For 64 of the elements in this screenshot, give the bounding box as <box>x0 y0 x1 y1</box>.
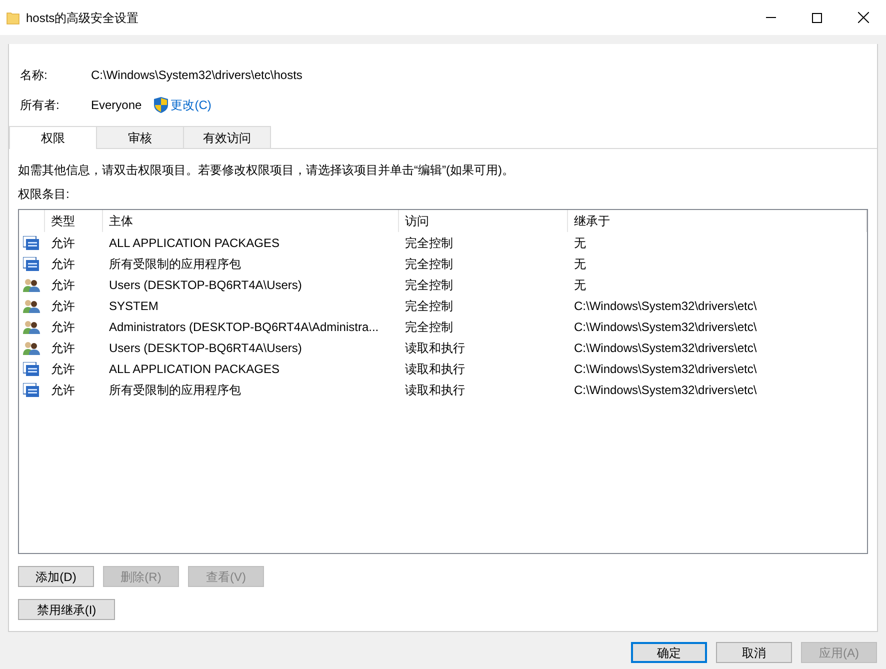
table-cell-text: C:\Windows\System32\drivers\etc\ <box>574 360 757 378</box>
table-cell-text: 无 <box>574 234 586 252</box>
user-group-icon <box>23 320 40 334</box>
table-cell-text: 完全控制 <box>405 298 453 314</box>
user-group-icon <box>23 298 40 312</box>
table-cell-text: C:\Windows\System32\drivers\etc\ <box>574 382 757 398</box>
table-cell-text: C:\Windows\System32\drivers\etc\ <box>574 298 757 314</box>
disable-inheritance-button[interactable]: 禁用继承(I) <box>18 599 115 620</box>
tab[interactable]: 权限 <box>9 126 97 149</box>
app-package-icon <box>23 236 39 250</box>
user-group-icon <box>23 278 40 292</box>
dialog-button[interactable]: 取消 <box>716 642 792 663</box>
column-header: 主体 <box>109 213 133 230</box>
window-title: hosts的高级安全设置 <box>26 10 139 26</box>
table-cell-text: 所有受限制的应用程序包 <box>109 382 241 398</box>
table-cell-text: 允许 <box>51 298 75 314</box>
table-cell-text: ALL APPLICATION PACKAGES <box>109 234 280 252</box>
table-cell-text: 允许 <box>51 340 75 356</box>
tab[interactable]: 审核 <box>96 126 184 148</box>
instruction-text: 如需其他信息，请双击权限项目。若要修改权限项目，请选择该项目并单击“编辑”(如果可用)。 <box>18 162 515 179</box>
table-cell-text: 完全控制 <box>405 234 453 252</box>
table-cell-text: 无 <box>574 256 586 272</box>
column-header: 继承于 <box>574 213 610 230</box>
user-group-icon <box>23 340 40 354</box>
table-cell-text: 读取和执行 <box>405 360 465 378</box>
list-button[interactable]: 添加(D) <box>18 566 94 587</box>
table-cell-text: 允许 <box>51 318 75 336</box>
list-label: 权限条目: <box>18 186 70 203</box>
table-cell-text: C:\Windows\System32\drivers\etc\ <box>574 318 757 336</box>
table-cell-text: Administrators (DESKTOP-BQ6RT4A\Administra... <box>109 318 379 336</box>
table-cell-text: 允许 <box>51 234 75 252</box>
table-cell-text: 读取和执行 <box>405 340 465 356</box>
table-cell-text: SYSTEM <box>109 298 158 314</box>
table-cell-text: Users (DESKTOP-BQ6RT4A\Users) <box>109 276 302 294</box>
change-owner-link[interactable]: 更改(C) <box>170 96 212 114</box>
maximize-icon <box>812 12 822 22</box>
name-value: C:\Windows\System32\drivers\etc\hosts <box>91 67 302 84</box>
dialog-button[interactable]: 确定 <box>631 642 707 663</box>
table-cell-text: 无 <box>574 276 586 294</box>
table-cell-text: 完全控制 <box>405 276 453 294</box>
owner-label: 所有者: <box>20 97 60 114</box>
minimize-icon <box>766 17 776 18</box>
close-icon <box>858 12 868 23</box>
table-cell-text: 读取和执行 <box>405 382 465 398</box>
app-package-icon <box>23 382 39 396</box>
table-cell-text: 完全控制 <box>405 318 453 336</box>
table-cell-text: 所有受限制的应用程序包 <box>109 256 241 272</box>
table-cell-text: C:\Windows\System32\drivers\etc\ <box>574 340 757 356</box>
column-header: 访问 <box>405 213 429 230</box>
tab[interactable]: 有效访问 <box>183 126 271 148</box>
folder-icon <box>6 10 20 24</box>
table-cell-text: 允许 <box>51 360 75 378</box>
table-cell-text: Users (DESKTOP-BQ6RT4A\Users) <box>109 340 302 356</box>
owner-value: Everyone <box>91 97 142 114</box>
table-cell-text: 允许 <box>51 256 75 272</box>
app-package-icon <box>23 256 39 270</box>
name-label: 名称: <box>20 67 48 84</box>
table-cell-text: 允许 <box>51 276 75 294</box>
column-header: 类型 <box>51 213 75 230</box>
table-cell-text: ALL APPLICATION PACKAGES <box>109 360 280 378</box>
shield-icon <box>154 97 168 113</box>
table-cell-text: 允许 <box>51 382 75 398</box>
app-package-icon <box>23 362 39 376</box>
table-cell-text: 完全控制 <box>405 256 453 272</box>
